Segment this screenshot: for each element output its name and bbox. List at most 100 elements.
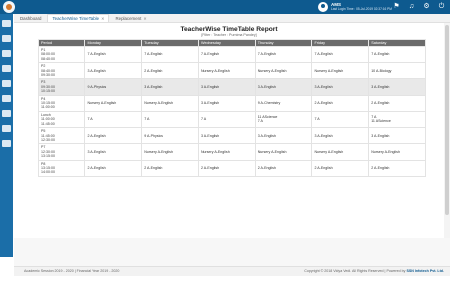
timetable-cell: 3 A-English <box>197 127 256 145</box>
column-header: Tuesday <box>141 39 199 47</box>
user-info[interactable]: AMS Last Login Time : 05-Jul-2019 02:37:… <box>318 1 392 13</box>
table-header-row: Period Monday Tuesday Wednesday Thursday… <box>37 39 426 47</box>
timetable-cell: 7 A-English <box>197 45 256 64</box>
period-line: 11:45:00 <box>41 121 55 126</box>
timetable-cell: 2 A-English <box>84 127 143 145</box>
tab-teacherwise-timetable[interactable]: TeacherWise TimeTable ✕ <box>47 14 110 22</box>
tab-label: Dashboard <box>20 15 42 21</box>
report-title: TeacherWise TimeTable Report <box>180 26 278 33</box>
timetable-cell: 2 A-English <box>141 62 199 80</box>
timetable-cell: 7 A <box>197 110 256 129</box>
app-logo[interactable] <box>3 1 15 13</box>
timetable-cell: 3 A-English <box>311 127 370 145</box>
timetable-cell: 7 A-English <box>368 45 426 64</box>
timetable-cell: Nursery A-English <box>254 143 313 161</box>
flag-icon[interactable]: ⚑ <box>392 2 401 11</box>
truck-icon[interactable] <box>2 140 11 147</box>
timetable-cell: Nursery A-English <box>197 143 256 161</box>
building-icon[interactable] <box>2 110 11 117</box>
timetable-cell: 2 A-English <box>141 159 199 177</box>
period-line: 10:15:00 <box>41 89 55 94</box>
timetable-cell: Nursery A-English <box>197 62 256 80</box>
report-content: TeacherWise TimeTable Report [Filter : T… <box>14 23 444 238</box>
table-row: P2 08:40:00 09:30:00 3 A-English 2 A-English… <box>37 62 426 80</box>
users-icon[interactable] <box>2 35 11 42</box>
timetable-cell: 7 A-English <box>141 45 199 64</box>
period-cell: P2 08:40:00 09:30:00 <box>37 62 86 80</box>
scrollbar-thumb[interactable] <box>445 25 449 215</box>
period-line: 12:30:00 <box>41 137 55 142</box>
copyright-text: Copyright © 2018 Vidya Vedi. All Rights … <box>304 269 407 273</box>
table-row: P7 12:30:00 13:15:00 3 A-English Nursery A-E… <box>37 143 426 161</box>
timetable-cell: Nursery A-English <box>368 143 426 161</box>
group-icon[interactable] <box>2 80 11 87</box>
report-filter: [Filter : Teacher : Purnima Pandey] <box>201 33 257 37</box>
close-icon[interactable]: ✕ <box>143 16 146 21</box>
timetable-cell: 9 A-Physics <box>84 78 143 96</box>
period-line: 09:30:00 <box>41 73 55 78</box>
timetable-cell: 2 A-English <box>311 94 370 112</box>
content-background <box>14 238 450 266</box>
timetable-cell: 3 A-English <box>197 78 256 96</box>
top-bar: AMS Last Login Time : 05-Jul-2019 02:37:… <box>0 0 450 14</box>
timetable-cell: 3 A-English <box>368 127 426 145</box>
timetable-cell: 7 A-English <box>311 45 370 64</box>
period-cell: P3 09:30:00 10:15:00 <box>37 78 86 96</box>
tab-replacement[interactable]: Replacement ✕ <box>111 15 150 22</box>
timetable-cell: 3 A-English <box>84 143 143 161</box>
tab-strip: Dashboard TeacherWise TimeTable ✕ Replace… <box>14 14 450 23</box>
table-row: P3 09:30:00 10:15:00 9 A-Physics 3 A-English… <box>37 78 426 96</box>
timetable-cell: Nursery A-English <box>141 143 199 161</box>
tab-label: TeacherWise TimeTable <box>52 16 100 21</box>
timetable-cell: 7 A-English <box>84 45 143 64</box>
timetable-cell: 2 A-English <box>84 159 143 177</box>
period-cell: P5 11:45:00 12:30:00 <box>37 127 86 145</box>
timetable-cell: Nursery A-English <box>84 94 143 112</box>
timetable-cell: 2 A-English <box>368 94 426 112</box>
column-header: Saturday <box>368 39 426 47</box>
timetable-cell: 7 A-English <box>254 45 313 64</box>
table-row: P4 10:15:00 11:00:00 Nursery A-English Nurse… <box>37 94 426 112</box>
timetable-cell: 7 A <box>311 110 370 129</box>
timetable-cell: 9 A-Physics <box>141 127 199 145</box>
power-icon[interactable]: ⏻ <box>437 2 446 11</box>
timetable-cell: Nursery A-English <box>141 94 199 112</box>
timetable-cell: 3 A-English <box>84 62 143 80</box>
gear-icon[interactable]: ⚙ <box>422 2 431 11</box>
bell-icon[interactable]: ♫ <box>407 2 416 11</box>
id-card-icon[interactable] <box>2 50 11 57</box>
timetable-cell: 10 A-Biology <box>368 62 426 80</box>
chart-icon[interactable] <box>2 125 11 132</box>
table-row: P8 13:15:00 14:00:00 2 A-English 2 A-English… <box>37 159 426 177</box>
last-login: Last Login Time : 05-Jul-2019 02:37:16 P… <box>331 7 392 11</box>
user-avatar-icon[interactable] <box>318 2 328 12</box>
timetable-cell: 2 A-English <box>311 159 370 177</box>
period-line: 13:15:00 <box>41 154 55 159</box>
timetable-cell: 3 A-English <box>368 78 426 96</box>
vertical-scrollbar[interactable] <box>444 23 450 238</box>
period-line: 08:40:00 <box>41 56 55 61</box>
column-header: Monday <box>84 39 143 47</box>
period-cell: P8 13:15:00 14:00:00 <box>37 159 86 177</box>
timetable-cell: 2 A-English <box>368 159 426 177</box>
company-link[interactable]: SSN Infotech Pvt. Ltd. <box>406 269 444 273</box>
period-line: 11:00:00 <box>41 105 55 110</box>
timetable-table: Period Monday Tuesday Wednesday Thursday… <box>37 39 426 177</box>
table-row: P1 08:00:00 08:40:00 7 A-English 7 A-English… <box>37 45 426 64</box>
column-header: Period <box>37 39 86 47</box>
close-icon[interactable]: ✕ <box>101 16 104 21</box>
timetable-cell: 3 A-English <box>197 94 256 112</box>
timetable-cell: 7 A <box>141 110 199 129</box>
calendar-icon[interactable] <box>2 65 11 72</box>
timetable-cell: 7 A <box>84 110 143 129</box>
table-row: Lunch 11:00:00 11:45:00 7 A7 A7 A 11 AScienc… <box>37 110 426 129</box>
period-line: 14:00:00 <box>41 170 55 175</box>
timetable-cell: 3 A-English <box>254 127 313 145</box>
timetable-cell: 7 A 11 AScience <box>368 110 426 129</box>
book-icon[interactable] <box>2 95 11 102</box>
home-icon[interactable] <box>2 20 11 27</box>
tab-dashboard[interactable]: Dashboard <box>16 15 45 22</box>
column-header: Thursday <box>254 39 313 47</box>
timetable-cell: Nursery A-English <box>254 62 313 80</box>
timetable-cell: Nursery A-English <box>311 62 370 80</box>
